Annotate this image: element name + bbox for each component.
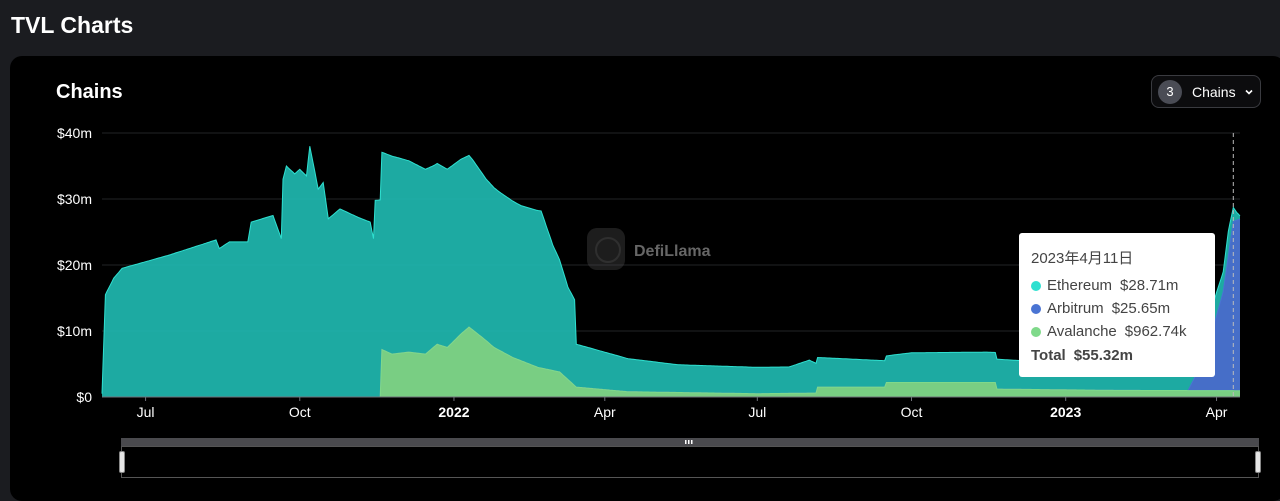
tooltip-series-name: Ethereum (1047, 277, 1113, 294)
tooltip-series-value: $25.65m (1111, 300, 1171, 317)
tooltip-total-label: Total (1031, 347, 1066, 364)
arbitrum-legend-dot (1031, 303, 1041, 314)
x-tick-label: Jul (748, 404, 766, 420)
x-tick-label: Oct (289, 404, 311, 420)
x-tick-label: 2022 (438, 404, 469, 420)
tooltip-total-row: Total $55.32m (1031, 344, 1203, 367)
x-tick-label: 2023 (1050, 404, 1081, 420)
tooltip-total-value: $55.32m (1073, 347, 1133, 364)
y-tick-label: $0 (76, 389, 92, 405)
x-tick-label: Oct (901, 404, 923, 420)
chart-tooltip: 2023年4月11日 Ethereum $28.71m Arbitrum $25… (1019, 233, 1215, 377)
zoom-slider[interactable] (119, 438, 1261, 478)
ethereum-legend-dot (1031, 280, 1041, 291)
tooltip-row-avalanche: Avalanche $962.74k (1031, 320, 1203, 343)
x-tick-label: Jul (137, 404, 155, 420)
x-tick-label: Apr (594, 404, 616, 420)
y-tick-label: $40m (57, 125, 92, 141)
defillama-logo-icon (587, 228, 625, 270)
y-tick-label: $10m (57, 323, 92, 339)
tooltip-row-arbitrum: Arbitrum $25.65m (1031, 297, 1203, 320)
y-tick-label: $20m (57, 257, 92, 273)
slider-right-handle[interactable] (1255, 451, 1261, 473)
tooltip-series-name: Arbitrum (1047, 300, 1104, 317)
slider-left-handle[interactable] (119, 451, 125, 473)
watermark-text: DefiLlama (634, 243, 711, 260)
tooltip-date: 2023年4月11日 (1031, 250, 1134, 267)
slider-window[interactable] (121, 446, 1259, 478)
x-tick-label: Apr (1206, 404, 1228, 420)
tooltip-series-value: $28.71m (1120, 277, 1179, 294)
slider-grip-icon (685, 440, 693, 444)
tooltip-row-ethereum: Ethereum $28.71m (1031, 274, 1203, 297)
tooltip-series-name: Avalanche (1047, 323, 1117, 340)
avalanche-legend-dot (1031, 326, 1041, 337)
tooltip-series-value: $962.74k (1124, 323, 1187, 340)
y-tick-label: $30m (57, 191, 92, 207)
